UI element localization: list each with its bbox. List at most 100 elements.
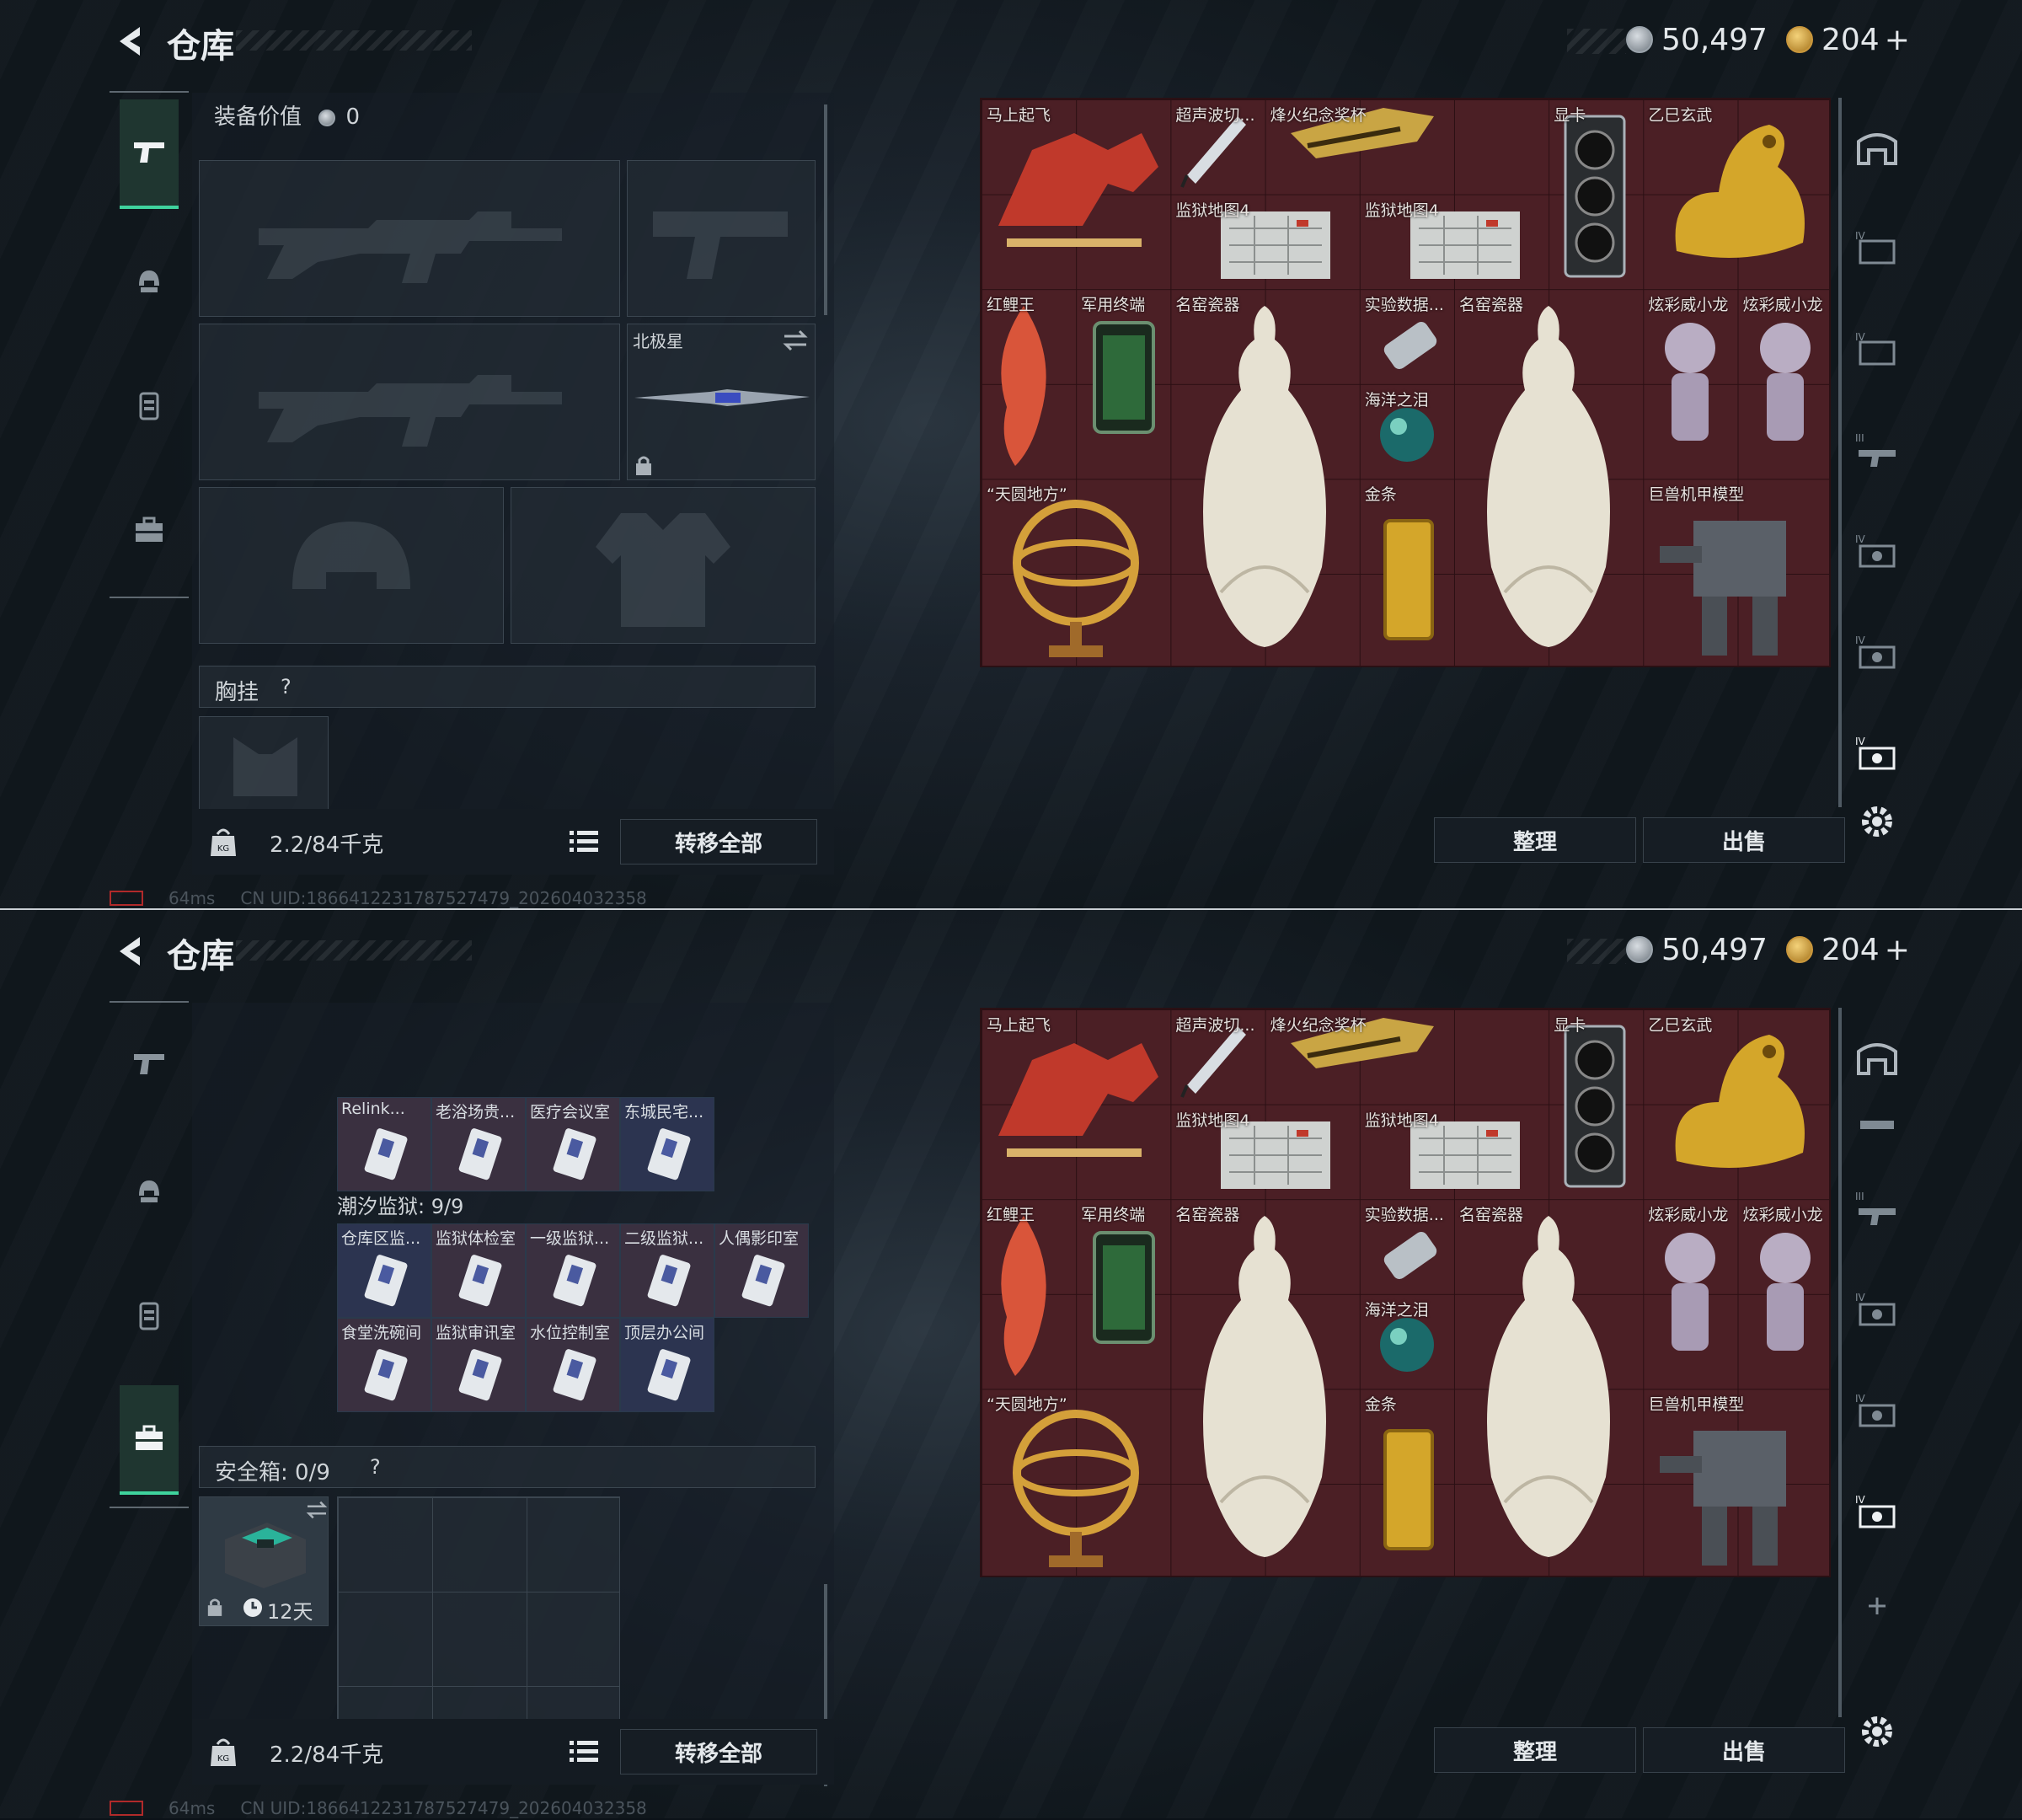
storage-item[interactable]: 烽火纪念奖杯 xyxy=(1265,1009,1454,1105)
storage-item[interactable]: 超声波切... xyxy=(1170,99,1265,195)
tab-weapons[interactable] xyxy=(120,1009,179,1119)
storage-item[interactable]: 烽火纪念奖杯 xyxy=(1265,99,1454,195)
tab-helmet[interactable] xyxy=(120,1136,179,1245)
settings-gear-icon[interactable] xyxy=(1854,1710,1901,1753)
storage-tab-camera-icon[interactable]: IV xyxy=(1854,632,1901,674)
sort-button[interactable]: 整理 xyxy=(1434,817,1636,863)
storage-item[interactable]: “天圆地方” xyxy=(982,1389,1170,1578)
secondary-weapon-slot[interactable] xyxy=(199,324,620,480)
storage-item[interactable]: 监狱地图4 xyxy=(1360,1105,1549,1200)
storage-item[interactable]: 海洋之泪 xyxy=(1360,1294,1454,1389)
back-arrow-icon[interactable] xyxy=(110,20,152,62)
gold-currency[interactable]: 204 + xyxy=(1786,19,1910,61)
storage-item[interactable]: 巨兽机甲模型 xyxy=(1643,1389,1832,1578)
chest-rig-help-icon[interactable]: ? xyxy=(281,675,292,699)
storage-tab-camera-icon[interactable]: IV xyxy=(1854,1289,1901,1331)
storage-item[interactable]: 乙巳玄武 xyxy=(1643,99,1832,289)
storage-tab-partial-icon[interactable] xyxy=(1854,1095,1901,1138)
storage-tab-camera-active-icon[interactable]: IV xyxy=(1854,733,1901,775)
list-icon[interactable] xyxy=(570,829,598,854)
keycard-item[interactable]: 水位控制室 xyxy=(526,1318,620,1412)
keycard-item[interactable]: 医疗会议室 xyxy=(526,1097,620,1191)
melee-slot[interactable]: 北极星 xyxy=(627,324,816,480)
tab-armor[interactable] xyxy=(120,351,179,460)
storage-item[interactable]: 炫彩威小龙 xyxy=(1643,289,1737,479)
storage-item[interactable]: 名窑瓷器 xyxy=(1170,1199,1359,1578)
storage-item[interactable]: 马上起飞 xyxy=(982,99,1170,289)
storage-tab-folder-icon[interactable]: IV xyxy=(1854,228,1901,270)
sell-button[interactable]: 出售 xyxy=(1643,1727,1845,1773)
storage-item[interactable]: 超声波切... xyxy=(1170,1009,1265,1105)
safebox-help-icon[interactable]: ? xyxy=(370,1455,381,1479)
add-storage-tab-icon[interactable] xyxy=(1854,1584,1901,1626)
safebox-item[interactable]: 12天 xyxy=(199,1496,329,1626)
keycard-item[interactable]: 东城民宅... xyxy=(620,1097,714,1191)
list-icon[interactable] xyxy=(570,1739,598,1764)
storage-item[interactable]: 马上起飞 xyxy=(982,1009,1170,1199)
storage-item[interactable]: 金条 xyxy=(1360,479,1454,668)
storage-tab-camera-icon[interactable]: IV xyxy=(1854,1390,1901,1432)
storage-item[interactable]: 实验数据... xyxy=(1360,289,1454,384)
storage-item[interactable]: 炫彩威小龙 xyxy=(1738,289,1832,479)
swap-icon[interactable] xyxy=(783,329,808,351)
tab-helmet[interactable] xyxy=(120,226,179,335)
tab-weapons[interactable] xyxy=(120,99,179,209)
armor-slot[interactable] xyxy=(511,487,816,644)
storage-item[interactable]: 显卡 xyxy=(1549,1009,1643,1199)
gold-currency[interactable]: 204 + xyxy=(1786,929,1910,971)
sell-button[interactable]: 出售 xyxy=(1643,817,1845,863)
chest-rig-slot[interactable] xyxy=(199,716,329,816)
storage-tab-camera-active-icon[interactable]: IV xyxy=(1854,1491,1901,1534)
transfer-all-button[interactable]: 转移全部 xyxy=(620,1729,817,1774)
storage-home-icon[interactable] xyxy=(1854,126,1901,169)
storage-item[interactable]: 红鲤王 xyxy=(982,289,1076,479)
keycard-item[interactable]: 老浴场贵... xyxy=(431,1097,526,1191)
back-arrow-icon[interactable] xyxy=(110,930,152,972)
storage-item[interactable]: 海洋之泪 xyxy=(1360,384,1454,479)
storage-item[interactable]: 军用终端 xyxy=(1076,1199,1170,1389)
gold-topup-plus[interactable]: + xyxy=(1885,933,1910,967)
storage-item[interactable]: 名窑瓷器 xyxy=(1454,289,1643,668)
keycard-item[interactable]: 一级监狱... xyxy=(526,1223,620,1318)
keycard-item[interactable]: 食堂洗碗间 xyxy=(337,1318,431,1412)
storage-item[interactable]: “天圆地方” xyxy=(982,479,1170,668)
tab-backpack[interactable] xyxy=(120,1385,179,1495)
storage-item[interactable]: 监狱地图4 xyxy=(1360,195,1549,290)
keycard-item[interactable]: Relink... xyxy=(337,1097,431,1191)
storage-item[interactable]: 巨兽机甲模型 xyxy=(1643,479,1832,668)
primary-weapon-slot[interactable] xyxy=(199,160,620,317)
storage-item[interactable]: 显卡 xyxy=(1549,99,1643,289)
storage-home-icon[interactable] xyxy=(1854,1036,1901,1079)
keycard-item[interactable]: 顶层办公间 xyxy=(620,1318,714,1412)
transfer-all-button[interactable]: 转移全部 xyxy=(620,819,817,864)
storage-item[interactable]: 金条 xyxy=(1360,1389,1454,1578)
storage-tab-camera-icon[interactable]: IV xyxy=(1854,531,1901,573)
keycard-item[interactable]: 人偶影印室 xyxy=(714,1223,809,1318)
pistol-slot[interactable] xyxy=(627,160,816,317)
storage-item[interactable]: 炫彩威小龙 xyxy=(1738,1199,1832,1389)
storage-item[interactable]: 监狱地图4 xyxy=(1170,195,1359,290)
gold-topup-plus[interactable]: + xyxy=(1885,23,1910,57)
keycard-item[interactable]: 监狱体检室 xyxy=(431,1223,526,1318)
storage-tab-gun-icon[interactable]: III xyxy=(1854,430,1901,472)
settings-gear-icon[interactable] xyxy=(1854,800,1901,843)
keycard-item[interactable]: 监狱审讯室 xyxy=(431,1318,526,1412)
tab-backpack[interactable] xyxy=(120,475,179,585)
swap-icon[interactable] xyxy=(306,1501,328,1519)
storage-tab-gun-icon[interactable]: III xyxy=(1854,1188,1901,1230)
storage-item[interactable]: 实验数据... xyxy=(1360,1199,1454,1294)
storage-item[interactable]: 名窑瓷器 xyxy=(1170,289,1359,668)
storage-item[interactable]: 监狱地图4 xyxy=(1170,1105,1359,1200)
sort-button[interactable]: 整理 xyxy=(1434,1727,1636,1773)
storage-tab-folder-icon[interactable]: IV xyxy=(1854,329,1901,371)
storage-item[interactable]: 红鲤王 xyxy=(982,1199,1076,1389)
storage-item[interactable]: 军用终端 xyxy=(1076,289,1170,479)
storage-item[interactable]: 名窑瓷器 xyxy=(1454,1199,1643,1578)
scrollbar[interactable] xyxy=(824,104,827,315)
storage-item[interactable]: 乙巳玄武 xyxy=(1643,1009,1832,1199)
keycard-item[interactable]: 二级监狱... xyxy=(620,1223,714,1318)
helmet-slot[interactable] xyxy=(199,487,504,644)
keycard-item[interactable]: 仓库区监... xyxy=(337,1223,431,1318)
tab-armor[interactable] xyxy=(120,1261,179,1370)
storage-item[interactable]: 炫彩威小龙 xyxy=(1643,1199,1737,1389)
